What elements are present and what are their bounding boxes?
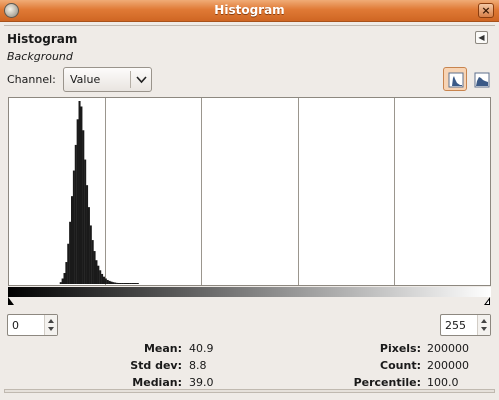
channel-value: Value — [70, 73, 101, 86]
histogram-bar — [97, 265, 100, 284]
log-histogram-icon — [474, 72, 490, 88]
panel-heading: Histogram — [7, 32, 78, 46]
histogram-bar — [114, 282, 117, 284]
histogram-bar — [121, 283, 124, 284]
histogram-view[interactable] — [8, 97, 491, 286]
histogram-bar — [95, 260, 98, 284]
median-label: Median: — [132, 376, 182, 389]
histogram-bar — [133, 283, 136, 284]
select-divider — [130, 71, 131, 88]
histogram-bar — [87, 207, 90, 284]
panel-menu-icon: ◀ — [478, 33, 485, 42]
range-high-value: 255 — [445, 319, 466, 332]
histogram-bar — [136, 283, 139, 284]
histogram-bar — [71, 196, 74, 284]
pixels-label: Pixels: — [379, 342, 421, 355]
chevron-up-icon[interactable] — [48, 319, 54, 323]
pixels-value: 200000 — [427, 342, 469, 355]
histogram-bar — [119, 283, 122, 284]
channel-label: Channel: — [7, 73, 56, 86]
count-value: 200000 — [427, 359, 469, 372]
linear-histogram-icon — [448, 72, 464, 88]
histogram-bar — [99, 270, 102, 284]
histogram-bar — [104, 278, 107, 284]
histogram-bar — [61, 278, 64, 284]
histogram-bar — [78, 101, 81, 284]
histogram-bar — [93, 251, 96, 284]
range-low-spinner[interactable]: 0 — [7, 314, 58, 336]
percentile-label: Percentile: — [353, 376, 421, 389]
mean-value: 40.9 — [189, 342, 214, 355]
median-value: 39.0 — [189, 376, 214, 389]
histogram-bar — [82, 130, 85, 284]
histogram-bar — [127, 283, 130, 284]
chevron-up-icon[interactable] — [481, 319, 487, 323]
histogram-plot — [59, 98, 395, 285]
chevron-down-icon[interactable] — [48, 327, 54, 331]
gradient-strip — [8, 287, 491, 297]
histogram-bar — [112, 282, 115, 284]
histogram-bar — [106, 279, 109, 284]
high-range-handle[interactable] — [484, 297, 490, 305]
histogram-bar — [102, 276, 105, 284]
histogram-bar — [117, 283, 121, 284]
histogram-bar — [59, 282, 62, 284]
histogram-bar — [67, 243, 70, 284]
panel-divider — [4, 25, 495, 26]
range-low-value: 0 — [12, 319, 19, 332]
channel-select[interactable]: Value — [63, 67, 152, 92]
close-icon: × — [481, 4, 491, 17]
histogram-bar — [125, 283, 128, 284]
histogram-bar — [108, 280, 111, 284]
histogram-bar — [86, 185, 89, 284]
window-title: Histogram — [214, 3, 285, 17]
histogram-bar — [116, 282, 119, 284]
histogram-bar — [80, 106, 83, 285]
title-bar: Histogram × — [0, 0, 499, 22]
histogram-bar — [74, 144, 77, 284]
low-range-handle[interactable] — [8, 297, 14, 305]
histogram-bar — [76, 119, 79, 284]
chevron-down-icon[interactable] — [481, 327, 487, 331]
histogram-bar — [84, 159, 87, 284]
close-button[interactable]: × — [478, 3, 494, 18]
histogram-bar — [69, 221, 72, 284]
stddev-label: Std dev: — [130, 359, 182, 372]
histogram-bar — [110, 281, 113, 284]
log-scale-button[interactable] — [469, 67, 493, 91]
drawable-name: Background — [7, 50, 73, 63]
panel-menu-button[interactable]: ◀ — [475, 31, 488, 44]
chevron-down-icon — [136, 76, 147, 84]
histogram-bar — [65, 262, 68, 284]
spinner-arrows[interactable] — [44, 315, 57, 335]
histogram-bar — [63, 273, 66, 284]
histogram-bar — [129, 283, 132, 284]
histogram-bar — [123, 283, 126, 284]
count-label: Count: — [380, 359, 421, 372]
mean-label: Mean: — [143, 342, 182, 355]
stddev-value: 8.8 — [189, 359, 207, 372]
range-high-spinner[interactable]: 255 — [440, 314, 491, 336]
histogram-bar — [134, 283, 137, 284]
resize-handle[interactable] — [4, 389, 495, 393]
linear-scale-button[interactable] — [443, 67, 467, 91]
percentile-value: 100.0 — [427, 376, 459, 389]
histogram-bar — [91, 240, 94, 284]
histogram-bar — [89, 225, 92, 284]
spinner-arrows[interactable] — [477, 315, 490, 335]
histogram-bar — [101, 273, 104, 284]
histogram-bar — [72, 170, 75, 284]
histogram-bar — [131, 283, 134, 284]
